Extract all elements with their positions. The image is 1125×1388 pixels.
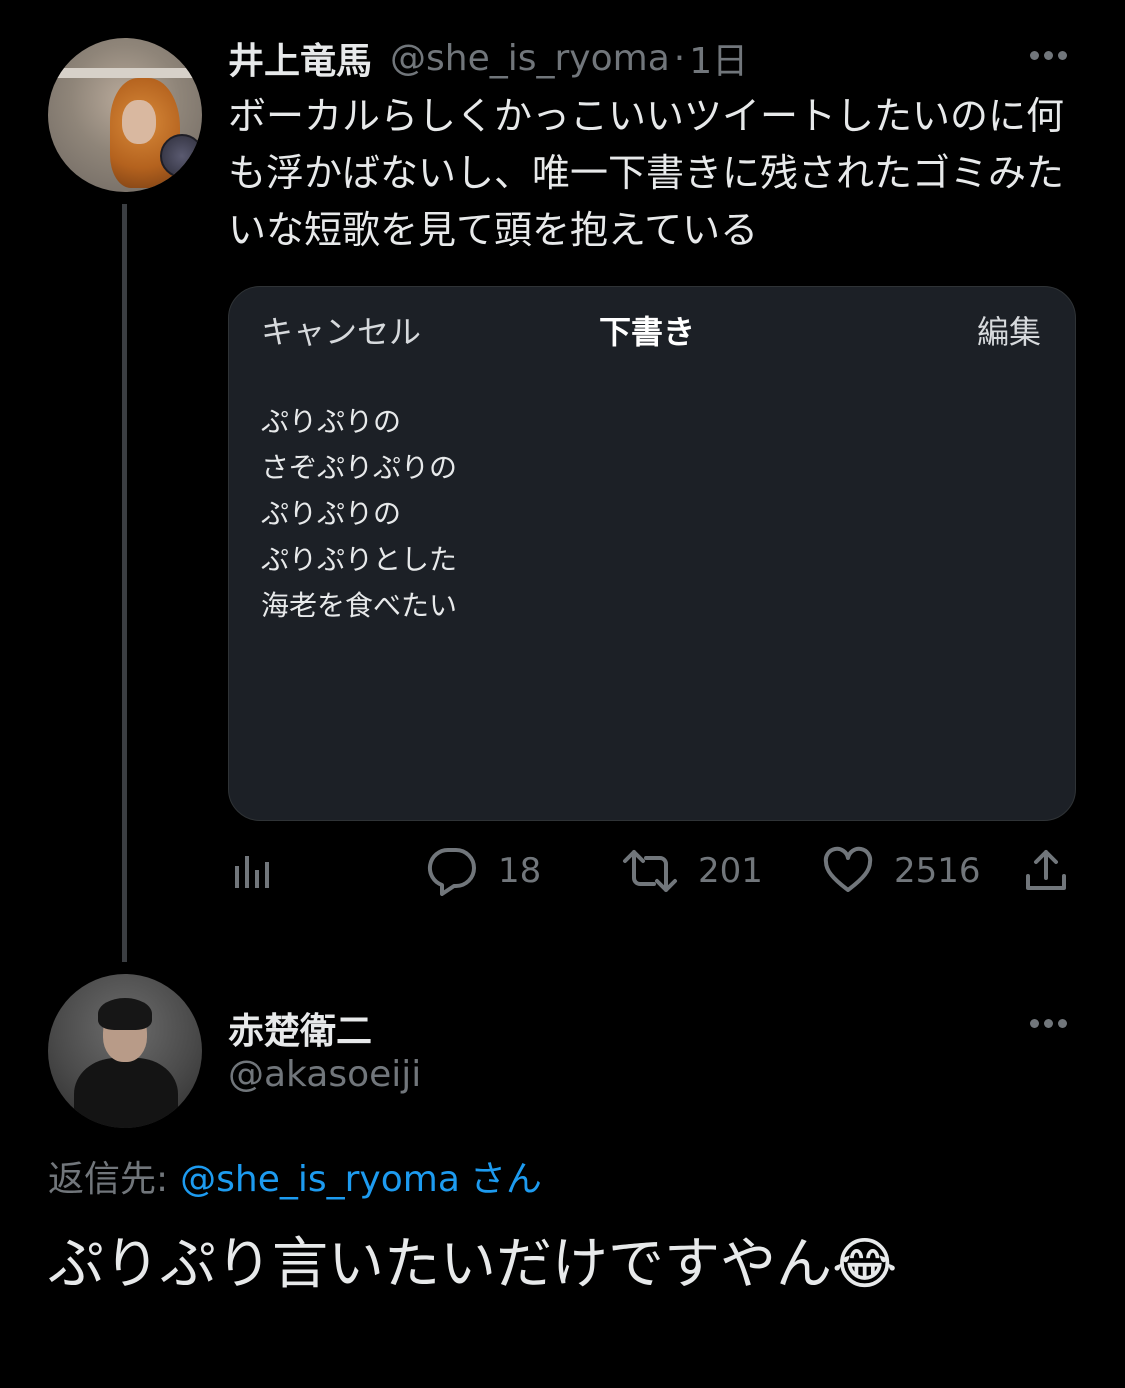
- avatar-body: [74, 1058, 178, 1128]
- draft-line: 海老を食べたい: [261, 589, 458, 622]
- avatar-face: [122, 100, 156, 144]
- tweet2-handle[interactable]: @akasoeiji: [228, 1054, 421, 1095]
- more-horizontal-icon[interactable]: [1030, 51, 1067, 60]
- retweet-button[interactable]: 201: [622, 846, 763, 896]
- reply-to-line: 返信先: @she_is_ryoma さん: [48, 1150, 542, 1202]
- avatar-inoue[interactable]: [48, 38, 202, 192]
- reply-to-handle-link[interactable]: @she_is_ryoma: [180, 1159, 460, 1200]
- avatar-badge: [160, 134, 202, 178]
- tweet1-display-name[interactable]: 井上竜馬: [228, 32, 372, 84]
- views-button[interactable]: [232, 850, 274, 892]
- draft-text: ぷりぷりの さぞぷりぷりの ぷりぷりの ぷりぷりとした 海老を食べたい: [261, 399, 457, 629]
- tweet1-text: ボーカルらしくかっこいいツイートしたいのに何も浮かばないし、唯一下書きに残された…: [228, 94, 1065, 252]
- drafts-edit-label: 編集: [976, 313, 1041, 351]
- draft-line: さぞぷりぷりの: [261, 451, 458, 484]
- like-button[interactable]: 2516: [822, 846, 981, 896]
- avatar-akaso[interactable]: [48, 974, 202, 1128]
- tweet2-display-name[interactable]: 赤楚衛二: [228, 1002, 372, 1054]
- share-button[interactable]: [1022, 846, 1070, 896]
- share-icon: [1026, 850, 1066, 890]
- drafts-cancel-label: キャンセル: [261, 313, 422, 351]
- tweet1-handle[interactable]: @she_is_ryoma: [390, 38, 670, 79]
- avatar-background-shelf: [48, 68, 202, 78]
- thread-connector-line: [122, 204, 127, 962]
- avatar-hair: [98, 998, 152, 1030]
- tweet1-image-drafts-screenshot[interactable]: キャンセル 下書き 編集 ぷりぷりの さぞぷりぷりの ぷりぷりの ぷりぷりとした…: [228, 286, 1076, 821]
- like-count: 2516: [894, 851, 981, 891]
- retweet-icon: [623, 850, 677, 892]
- tweet1-timestamp[interactable]: 1日: [689, 32, 748, 84]
- reply-to-label: 返信先:: [48, 1159, 169, 1200]
- draft-line: ぷりぷりとした: [261, 543, 458, 576]
- tweet1-separator-dot: ·: [673, 37, 686, 79]
- drafts-title: 下書き: [599, 313, 696, 351]
- retweet-count: 201: [698, 851, 763, 891]
- more-horizontal-icon[interactable]: [1030, 1019, 1067, 1028]
- tweet1-header: 井上竜馬 @she_is_ryoma · 1日: [228, 32, 748, 84]
- heart-icon: [823, 846, 873, 892]
- reply-count: 18: [498, 851, 542, 891]
- tweet-thread: 井上竜馬 @she_is_ryoma · 1日 ボーカルらしくかっこいいツイート…: [0, 0, 1125, 1388]
- reply-icon: [427, 847, 476, 896]
- tweet2-text: ぷりぷり言いたいだけですやん😂: [48, 1232, 898, 1297]
- draft-line: ぷりぷりの: [261, 405, 402, 438]
- reply-button[interactable]: 18: [426, 846, 541, 896]
- reply-to-suffix: さん: [469, 1159, 542, 1200]
- draft-line: ぷりぷりの: [261, 497, 402, 530]
- analytics-icon: [235, 856, 269, 888]
